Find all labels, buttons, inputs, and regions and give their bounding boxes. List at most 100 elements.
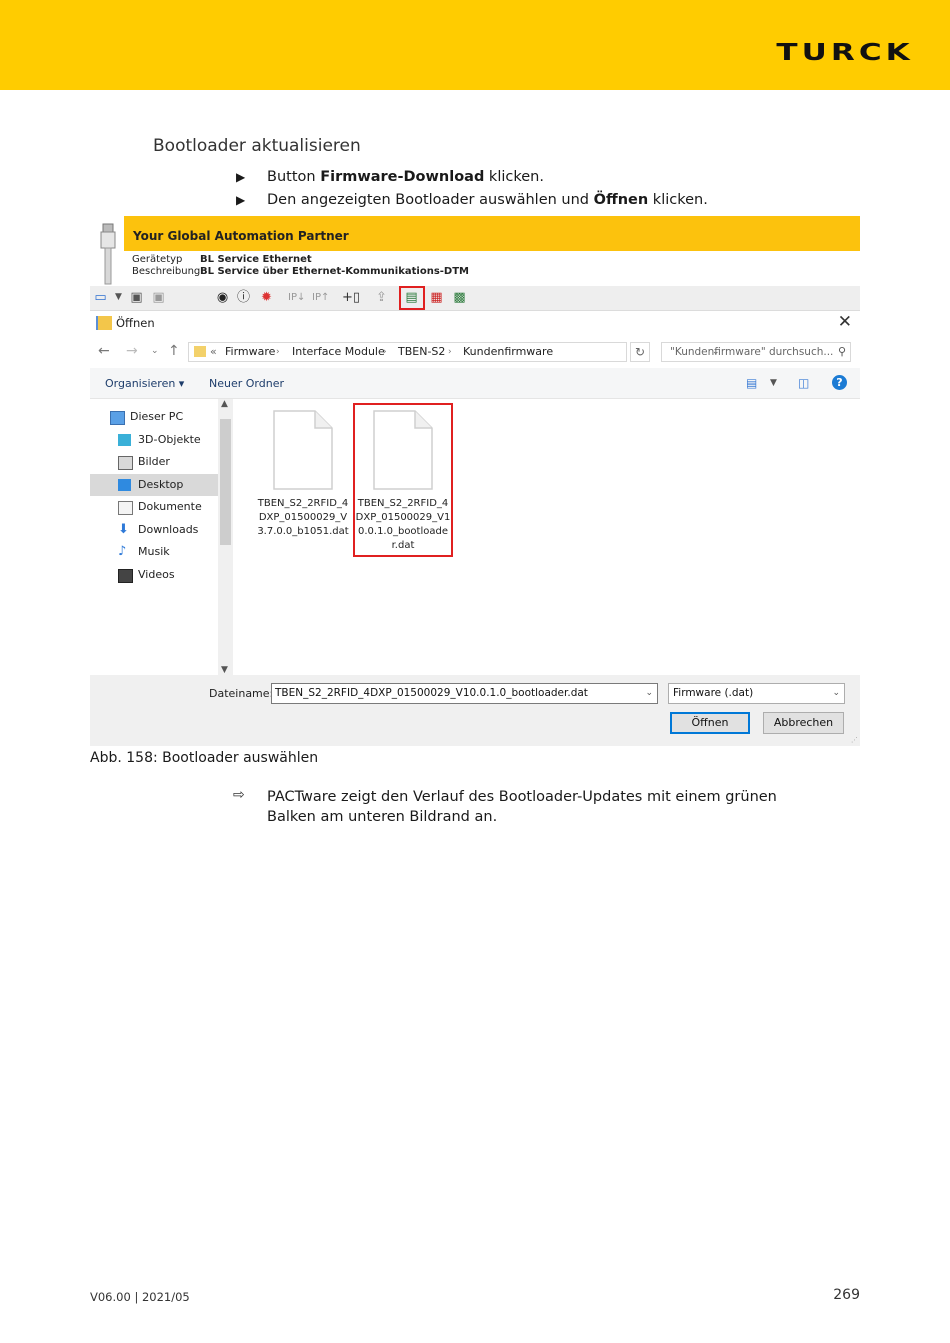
address-row: ← → ⌄ ↑ « Firmware › Interface Module › …: [90, 341, 860, 367]
sun-icon[interactable]: ✹: [258, 289, 275, 306]
filename-input[interactable]: TBEN_S2_2RFID_4DXP_01500029_V10.0.1.0_bo…: [271, 683, 658, 704]
file-item[interactable]: TBEN_S2_2RFID_4DXP_01500029_V3.7.0.0_b10…: [255, 405, 351, 555]
file-name: TBEN_S2_2RFID_4DXP_01500029_V10.0.1.0_bo…: [355, 498, 451, 551]
scrollbar-thumb[interactable]: [220, 419, 231, 545]
ip-icon[interactable]: IP↓: [288, 289, 305, 306]
search-input[interactable]: "Kundenfirmware" durchsuch... ⚲: [661, 342, 851, 362]
upload-icon[interactable]: ⇪: [373, 289, 390, 306]
folder-icon: [96, 316, 112, 330]
back-arrow-icon[interactable]: ←: [98, 343, 110, 359]
nav-item-downloads[interactable]: ⬇ Downloads: [90, 519, 218, 541]
bullet-arrow-icon: ▶: [236, 193, 246, 207]
step-item: ▶ Button Firmware-Download klicken.: [236, 168, 708, 191]
breadcrumb-separator-icon: ›: [383, 347, 387, 357]
resize-grip-icon[interactable]: ⋰: [851, 736, 858, 744]
organize-button[interactable]: Organisieren ▾: [105, 377, 184, 390]
new-folder-button[interactable]: Neuer Ordner: [209, 377, 284, 390]
filetype-select[interactable]: Firmware (.dat) ⌄: [668, 683, 845, 704]
network-icon[interactable]: ▩: [451, 289, 468, 306]
figure-caption: Abb. 158: Bootloader auswählen: [90, 750, 319, 766]
page-number: 269: [833, 1287, 860, 1303]
nav-label: Dokumente: [138, 500, 202, 513]
recent-chevron-icon[interactable]: ⌄: [151, 346, 159, 356]
dialog-footer: Dateiname: TBEN_S2_2RFID_4DXP_01500029_V…: [90, 675, 860, 746]
description-label: Beschreibung: [132, 266, 201, 277]
forward-arrow-icon[interactable]: →: [126, 343, 138, 359]
section-title: Bootloader aktualisieren: [153, 136, 361, 156]
breadcrumb-interface-module[interactable]: Interface Module: [292, 343, 385, 361]
breadcrumb-kundenfirmware[interactable]: Kundenfirmware: [463, 343, 553, 361]
dtm-toolbar: ▭ ▼ ▣ ▣ ◉ ⓘ ✹ IP↓ IP↑ +▯ ⇪ ▤ ▦ ▩: [90, 286, 860, 311]
chevron-down-icon[interactable]: ⌄: [645, 684, 653, 703]
add-device-icon[interactable]: +▯: [342, 289, 360, 306]
view-options-icon[interactable]: ▤: [746, 376, 757, 390]
open-button[interactable]: Öffnen: [670, 712, 750, 734]
scroll-down-icon[interactable]: ▼: [221, 665, 228, 675]
device-icon[interactable]: ▣: [128, 289, 145, 306]
breadcrumb-tben-s2[interactable]: TBEN-S2: [398, 343, 445, 361]
file-name: TBEN_S2_2RFID_4DXP_01500029_V3.7.0.0_b10…: [257, 498, 349, 537]
nav-item-3d-objects[interactable]: 3D-Objekte: [90, 429, 218, 451]
device-info: Gerätetyp BL Service Ethernet Beschreibun…: [132, 254, 469, 278]
screenshot-figure: Your Global Automation Partner Gerätetyp…: [90, 216, 860, 746]
filename-value: TBEN_S2_2RFID_4DXP_01500029_V10.0.1.0_bo…: [275, 687, 588, 699]
ethernet-connector-icon: [100, 223, 116, 285]
nav-label: Videos: [138, 568, 175, 581]
cube-icon: [118, 434, 131, 446]
search-icon: ⚲: [837, 345, 846, 358]
search-placeholder: "Kundenfirmware" durchsuch...: [670, 346, 834, 358]
nav-item-music[interactable]: ♪ Musik: [90, 541, 218, 563]
nav-item-documents[interactable]: Dokumente: [90, 496, 218, 518]
dtm-banner: Your Global Automation Partner: [124, 216, 860, 251]
video-icon: [118, 569, 133, 583]
nav-item-desktop[interactable]: Desktop: [90, 474, 218, 496]
refresh-icon[interactable]: ↻: [630, 342, 650, 362]
chevron-down-icon[interactable]: ⌄: [832, 684, 840, 703]
step-item: ▶ Den angezeigten Bootloader auswählen un…: [236, 191, 708, 214]
scroll-up-icon[interactable]: ▲: [221, 399, 228, 409]
nav-item-videos[interactable]: Videos: [90, 564, 218, 586]
nav-item-this-pc[interactable]: Dieser PC: [90, 406, 218, 428]
instruction-list: ▶ Button Firmware-Download klicken. ▶ Den …: [236, 168, 708, 214]
close-icon[interactable]: ✕: [838, 312, 852, 332]
window-icon[interactable]: ▭: [92, 289, 109, 306]
device-disabled-icon[interactable]: ▣: [150, 289, 167, 306]
breadcrumb-overflow[interactable]: «: [210, 343, 217, 361]
step-bold: Firmware-Download: [320, 169, 485, 185]
header-band: TURCK: [0, 0, 950, 90]
download-icon: ⬇: [118, 522, 129, 537]
chevron-down-icon[interactable]: ▼: [770, 378, 777, 388]
breadcrumb-firmware[interactable]: Firmware: [225, 343, 275, 361]
nav-item-pictures[interactable]: Bilder: [90, 451, 218, 473]
image-icon: [118, 456, 133, 470]
firmware-download-highlight: [399, 286, 425, 310]
ip-upload-icon[interactable]: IP↑: [312, 289, 329, 306]
dialog-title: Öffnen: [116, 316, 155, 330]
nav-label: Bilder: [138, 455, 170, 468]
desktop-icon: [118, 479, 131, 491]
filetype-value: Firmware (.dat): [673, 687, 754, 699]
cancel-button[interactable]: Abbrechen: [763, 712, 844, 734]
footer-version: V06.00 | 2021/05: [90, 1290, 190, 1304]
nav-scrollbar[interactable]: ▲ ▼: [218, 399, 233, 675]
device-type-value: BL Service Ethernet: [200, 254, 312, 265]
help-icon[interactable]: ?: [832, 375, 847, 390]
up-arrow-icon[interactable]: ↑: [168, 343, 180, 359]
address-bar[interactable]: « Firmware › Interface Module › TBEN-S2 …: [188, 342, 720, 362]
pc-icon: [110, 411, 125, 425]
preview-pane-icon[interactable]: ◫: [798, 376, 809, 390]
document-icon: [118, 501, 133, 515]
step-text: Button: [267, 169, 321, 185]
chevron-down-icon[interactable]: ▼: [110, 289, 127, 306]
folder-icon: [194, 346, 206, 357]
info-icon[interactable]: ⓘ: [235, 289, 252, 306]
step-text: Den angezeigten Bootloader auswählen und: [267, 192, 594, 208]
file-icon: [373, 410, 433, 490]
file-item-selected[interactable]: TBEN_S2_2RFID_4DXP_01500029_V10.0.1.0_bo…: [353, 403, 453, 557]
command-bar: Organisieren ▾ Neuer Ordner ▤ ▼ ◫ ?: [90, 368, 860, 399]
navigation-pane: Dieser PC 3D-Objekte Bilder Desktop Doku…: [90, 399, 234, 675]
eye-icon[interactable]: ◉: [214, 289, 231, 306]
reset-icon[interactable]: ▦: [428, 289, 445, 306]
file-icon: [273, 410, 333, 490]
step-bold: Öffnen: [593, 192, 649, 208]
